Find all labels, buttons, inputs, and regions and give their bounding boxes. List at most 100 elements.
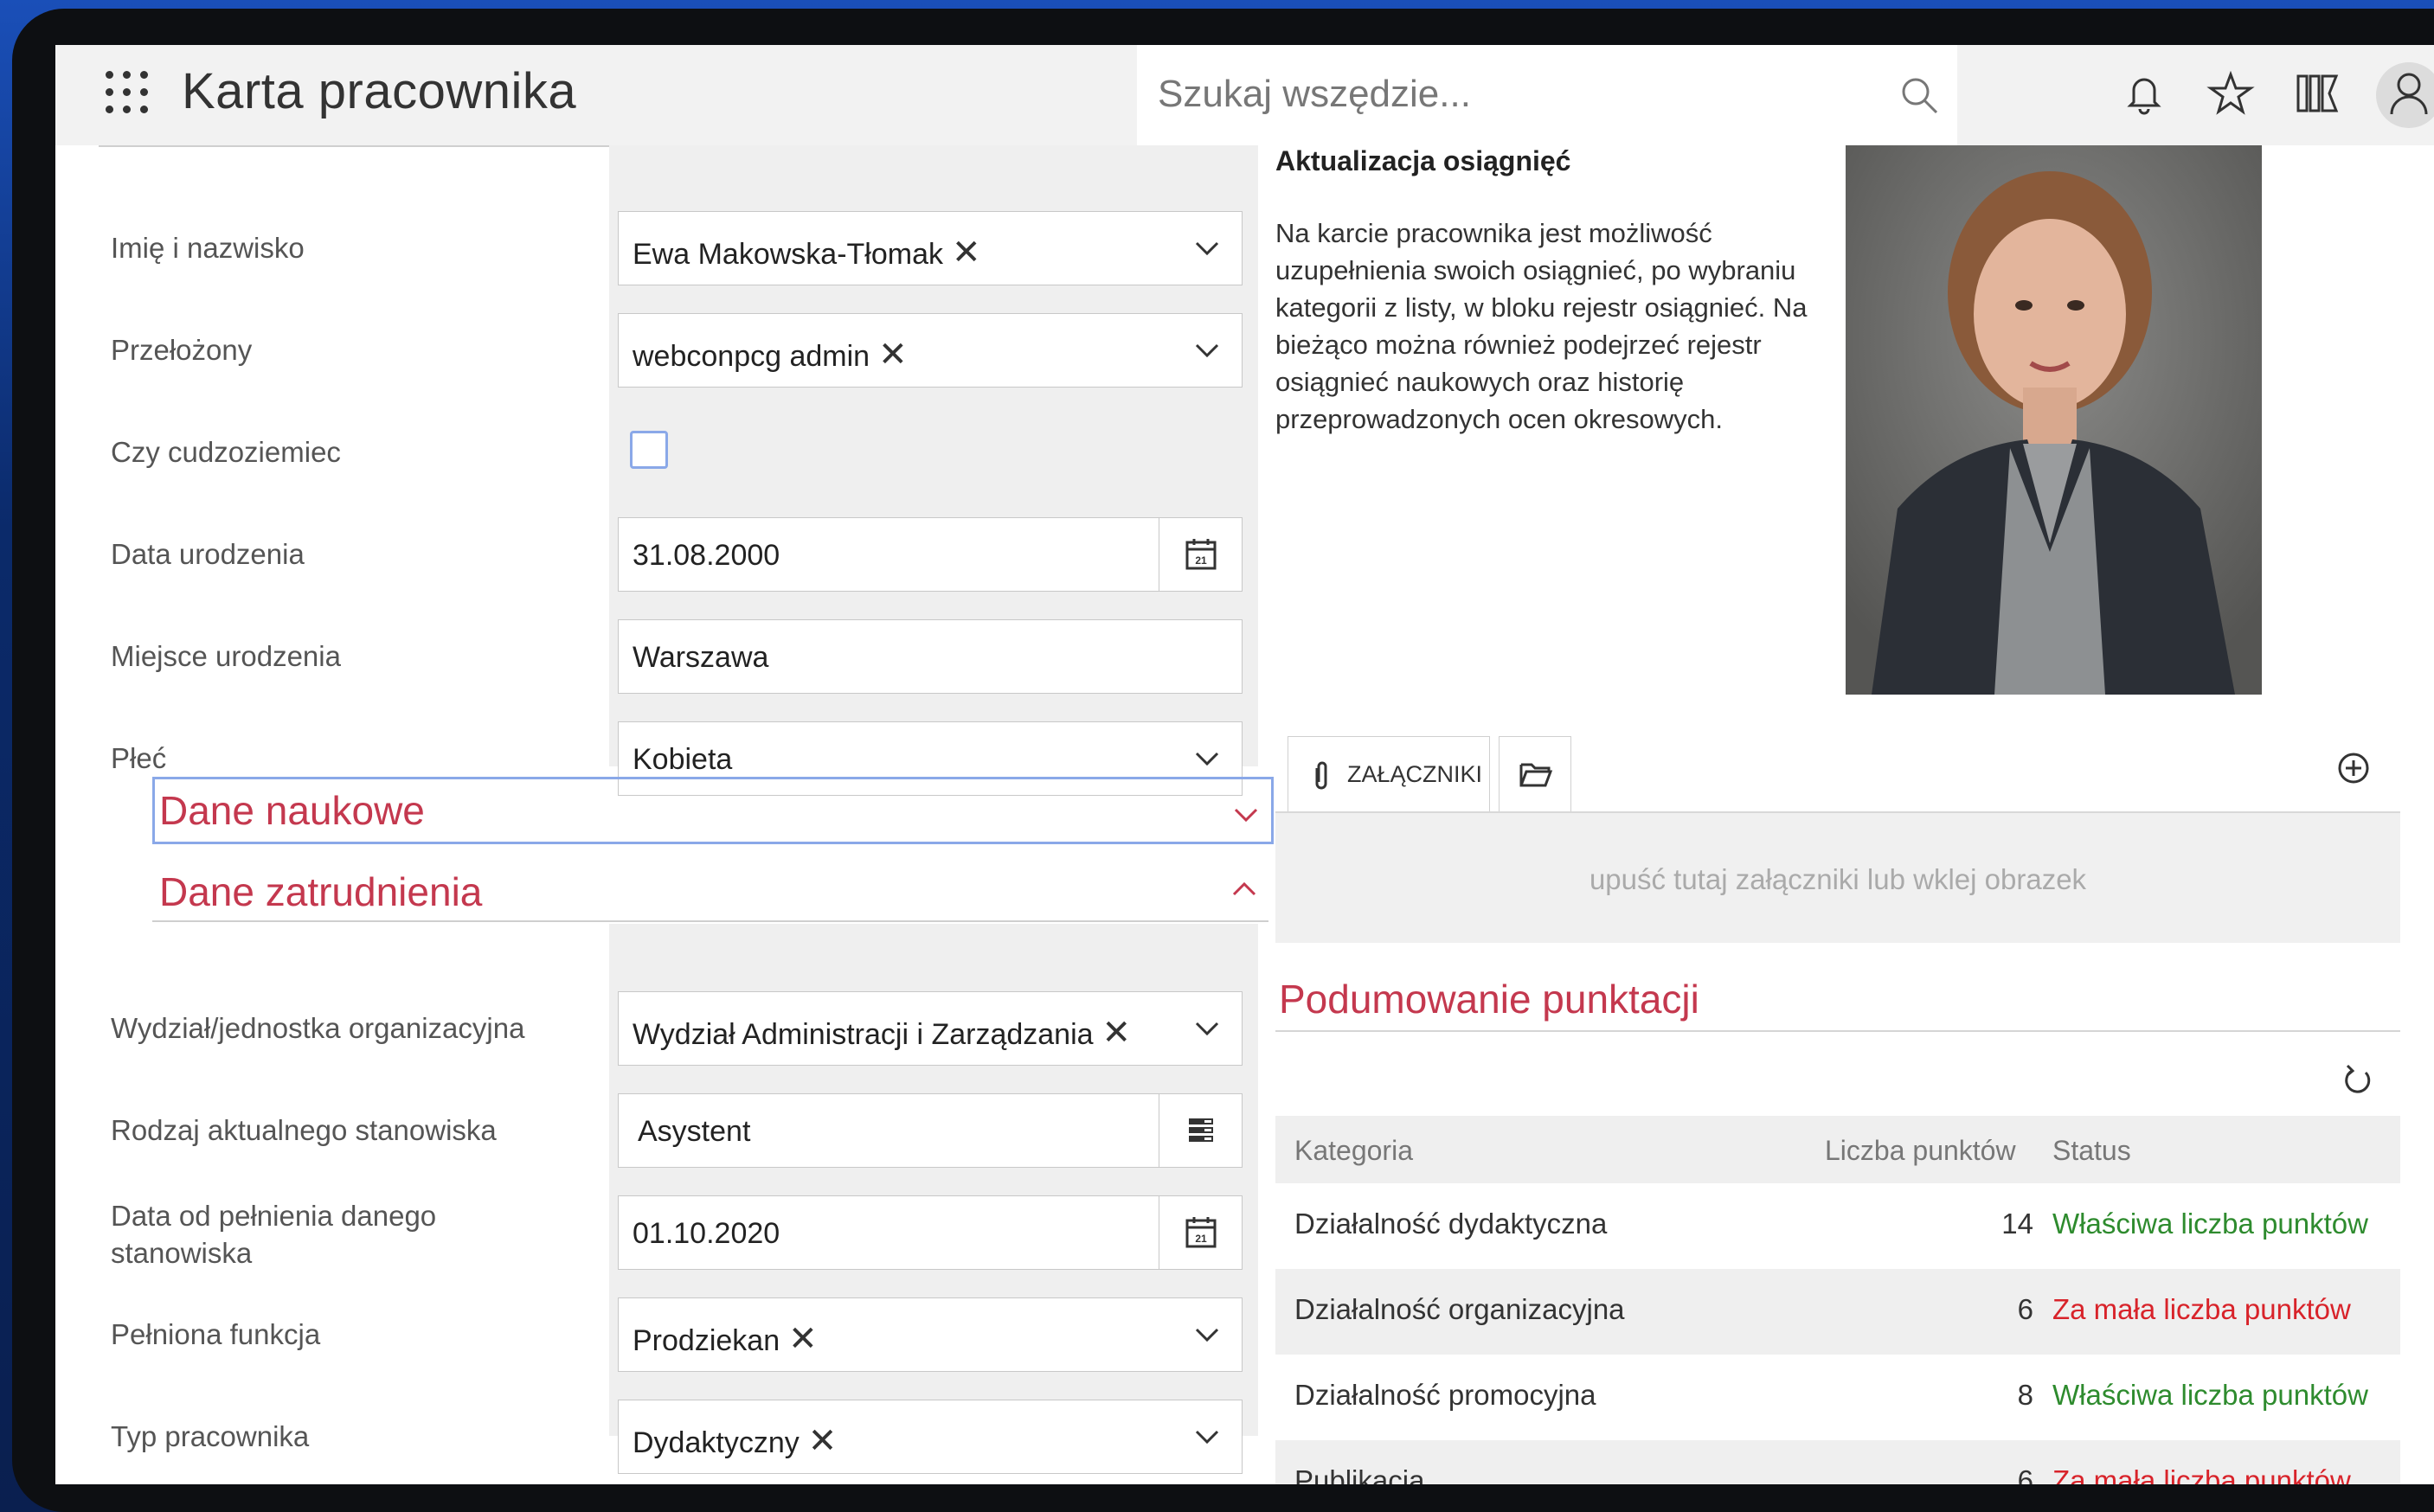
field-label-name: Imię i nazwisko	[111, 232, 305, 264]
name-lookup-field[interactable]: Ewa Makowska-Tłomak ✕	[618, 211, 1243, 285]
app-launcher-icon[interactable]	[106, 71, 152, 118]
employee-form: Imię i nazwisko Ewa Makowska-Tłomak ✕ Prz…	[99, 145, 1274, 1484]
table-row[interactable]: Działalność dydaktyczna 14 Właściwa licz…	[1275, 1183, 2400, 1269]
row-points: 6	[2017, 1293, 2033, 1325]
chevron-down-icon[interactable]	[1230, 799, 1262, 830]
chevron-down-icon[interactable]	[1190, 333, 1224, 368]
row-category: Działalność organizacyjna	[1294, 1293, 1625, 1325]
portrait-image	[1846, 145, 2262, 695]
section-science-title: Dane naukowe	[159, 788, 425, 833]
department-lookup-field[interactable]: Wydział Administracji i Zarządzania ✕	[618, 991, 1243, 1066]
table-row[interactable]: Publikacja 6 Za mała liczba punktów	[1275, 1440, 2400, 1484]
row-category: Publikacja	[1294, 1464, 1425, 1484]
page-title: Karta pracownika	[182, 63, 577, 119]
list-button[interactable]	[1159, 1094, 1242, 1167]
birth-date-field[interactable]: 31.08.2000 21	[618, 517, 1243, 592]
row-points: 8	[2017, 1379, 2033, 1411]
clear-icon[interactable]: ✕	[952, 234, 981, 272]
birth-date-value: 31.08.2000	[633, 539, 780, 572]
field-label-position-type: Rodzaj aktualnego stanowiska	[111, 1114, 497, 1146]
section-employment-title[interactable]: Dane zatrudnienia	[159, 868, 482, 915]
clear-icon[interactable]: ✕	[808, 1422, 838, 1460]
field-label-position-date: Data od pełnienia danego stanowiska	[111, 1200, 437, 1269]
field-label-gender: Płeć	[111, 742, 167, 774]
chevron-down-icon[interactable]	[1190, 1419, 1224, 1454]
news-body: Na karcie pracownika jest możliwość uzup…	[1275, 218, 1808, 434]
row-status: Za mała liczba punktów	[2052, 1293, 2351, 1325]
calendar-day: 21	[1195, 554, 1207, 567]
calendar-day: 21	[1195, 1233, 1207, 1245]
field-label-birth-date: Data urodzenia	[111, 538, 305, 570]
birth-place-value: Warszawa	[633, 641, 769, 674]
row-category: Działalność promocyjna	[1294, 1379, 1596, 1411]
paperclip-icon	[1315, 761, 1327, 790]
tab-attachments-label: ZAŁĄCZNIKI	[1347, 761, 1483, 787]
supervisor-lookup-field[interactable]: webconpcg admin ✕	[618, 313, 1243, 388]
chevron-up-icon[interactable]	[1229, 874, 1260, 905]
app-window: Karta pracownika Szukaj wszędzie... Imię…	[55, 45, 2434, 1484]
search-input[interactable]: Szukaj wszędzie...	[1137, 45, 1957, 145]
clear-icon[interactable]: ✕	[878, 336, 908, 374]
birth-place-input[interactable]: Warszawa	[618, 619, 1243, 694]
function-value: Prodziekan	[633, 1324, 780, 1357]
employee-photo	[1846, 145, 2262, 695]
foreigner-checkbox[interactable]	[630, 431, 668, 469]
row-status: Właściwa liczba punktów	[2052, 1208, 2368, 1240]
supervisor-value: webconpcg admin	[633, 340, 870, 373]
divider	[152, 920, 1268, 922]
gender-value: Kobieta	[633, 743, 733, 776]
bell-icon[interactable]	[2118, 67, 2170, 119]
notes-icon[interactable]	[2291, 67, 2343, 119]
chevron-down-icon[interactable]	[1190, 231, 1224, 266]
field-label-supervisor: Przełożony	[111, 334, 253, 366]
attachments-dropzone[interactable]: upuść tutaj załączniki lub wklej obrazek	[1275, 813, 2400, 943]
summary-title: Podumowanie punktacji	[1279, 977, 1699, 1022]
field-label-foreigner: Czy cudzoziemiec	[111, 436, 341, 468]
position-date-field[interactable]: 01.10.2020 21	[618, 1195, 1243, 1270]
tab-folder[interactable]	[1499, 736, 1571, 812]
news-title: Aktualizacja osiągnięć	[1275, 145, 1571, 176]
list-icon	[1189, 1118, 1213, 1142]
clear-icon[interactable]: ✕	[788, 1320, 818, 1358]
row-status: Właściwa liczba punktów	[2052, 1379, 2368, 1411]
top-bar: Karta pracownika Szukaj wszędzie...	[55, 45, 2434, 145]
add-attachment-icon[interactable]	[2336, 751, 2371, 785]
folder-icon	[1519, 763, 1553, 787]
refresh-icon[interactable]	[2340, 1062, 2374, 1097]
clear-icon[interactable]: ✕	[1102, 1014, 1132, 1052]
row-points: 14	[2001, 1208, 2033, 1240]
calendar-icon: 21	[1185, 539, 1217, 570]
chevron-down-icon[interactable]	[1190, 1317, 1224, 1352]
column-header-category[interactable]: Kategoria	[1294, 1135, 1413, 1167]
star-icon[interactable]	[2205, 67, 2257, 119]
position-date-value: 01.10.2020	[633, 1217, 780, 1250]
table-row[interactable]: Działalność organizacyjna 6 Za mała licz…	[1275, 1269, 2400, 1355]
position-type-field[interactable]: Asystent	[618, 1093, 1243, 1168]
right-panel: Aktualizacja osiągnięć Na karcie pracown…	[1275, 145, 2434, 1484]
chevron-down-icon[interactable]	[1190, 741, 1224, 776]
search-icon[interactable]	[1898, 74, 1942, 118]
divider	[1275, 1030, 2400, 1032]
calendar-button[interactable]: 21	[1159, 1196, 1242, 1269]
calendar-button[interactable]: 21	[1159, 518, 1242, 591]
field-label-function: Pełniona funkcja	[111, 1318, 321, 1350]
table-row[interactable]: Działalność promocyjna 8 Właściwa liczba…	[1275, 1355, 2400, 1440]
column-header-status[interactable]: Status	[2052, 1135, 2131, 1167]
calendar-icon: 21	[1185, 1217, 1217, 1248]
row-status: Za mała liczba punktów	[2052, 1464, 2351, 1484]
employee-type-lookup-field[interactable]: Dydaktyczny ✕	[618, 1400, 1243, 1474]
field-label-birth-place: Miejsce urodzenia	[111, 640, 341, 672]
chevron-down-icon[interactable]	[1190, 1011, 1224, 1046]
name-value: Ewa Makowska-Tłomak	[633, 238, 943, 271]
department-value: Wydział Administracji i Zarządzania	[633, 1018, 1094, 1051]
function-lookup-field[interactable]: Prodziekan ✕	[618, 1297, 1243, 1372]
row-category: Działalność dydaktyczna	[1294, 1208, 1608, 1240]
search-placeholder: Szukaj wszędzie...	[1158, 73, 1471, 115]
field-label-department: Wydział/jednostka organizacyjna	[111, 1012, 525, 1044]
tab-attachments[interactable]: ZAŁĄCZNIKI	[1288, 736, 1490, 812]
table-header: Kategoria Liczba punktów Status	[1275, 1116, 2400, 1183]
dropzone-hint: upuść tutaj załączniki lub wklej obrazek	[1589, 863, 2087, 895]
user-avatar-icon[interactable]	[2374, 61, 2434, 130]
position-type-value: Asystent	[638, 1115, 751, 1148]
column-header-points[interactable]: Liczba punktów	[1825, 1135, 2016, 1167]
